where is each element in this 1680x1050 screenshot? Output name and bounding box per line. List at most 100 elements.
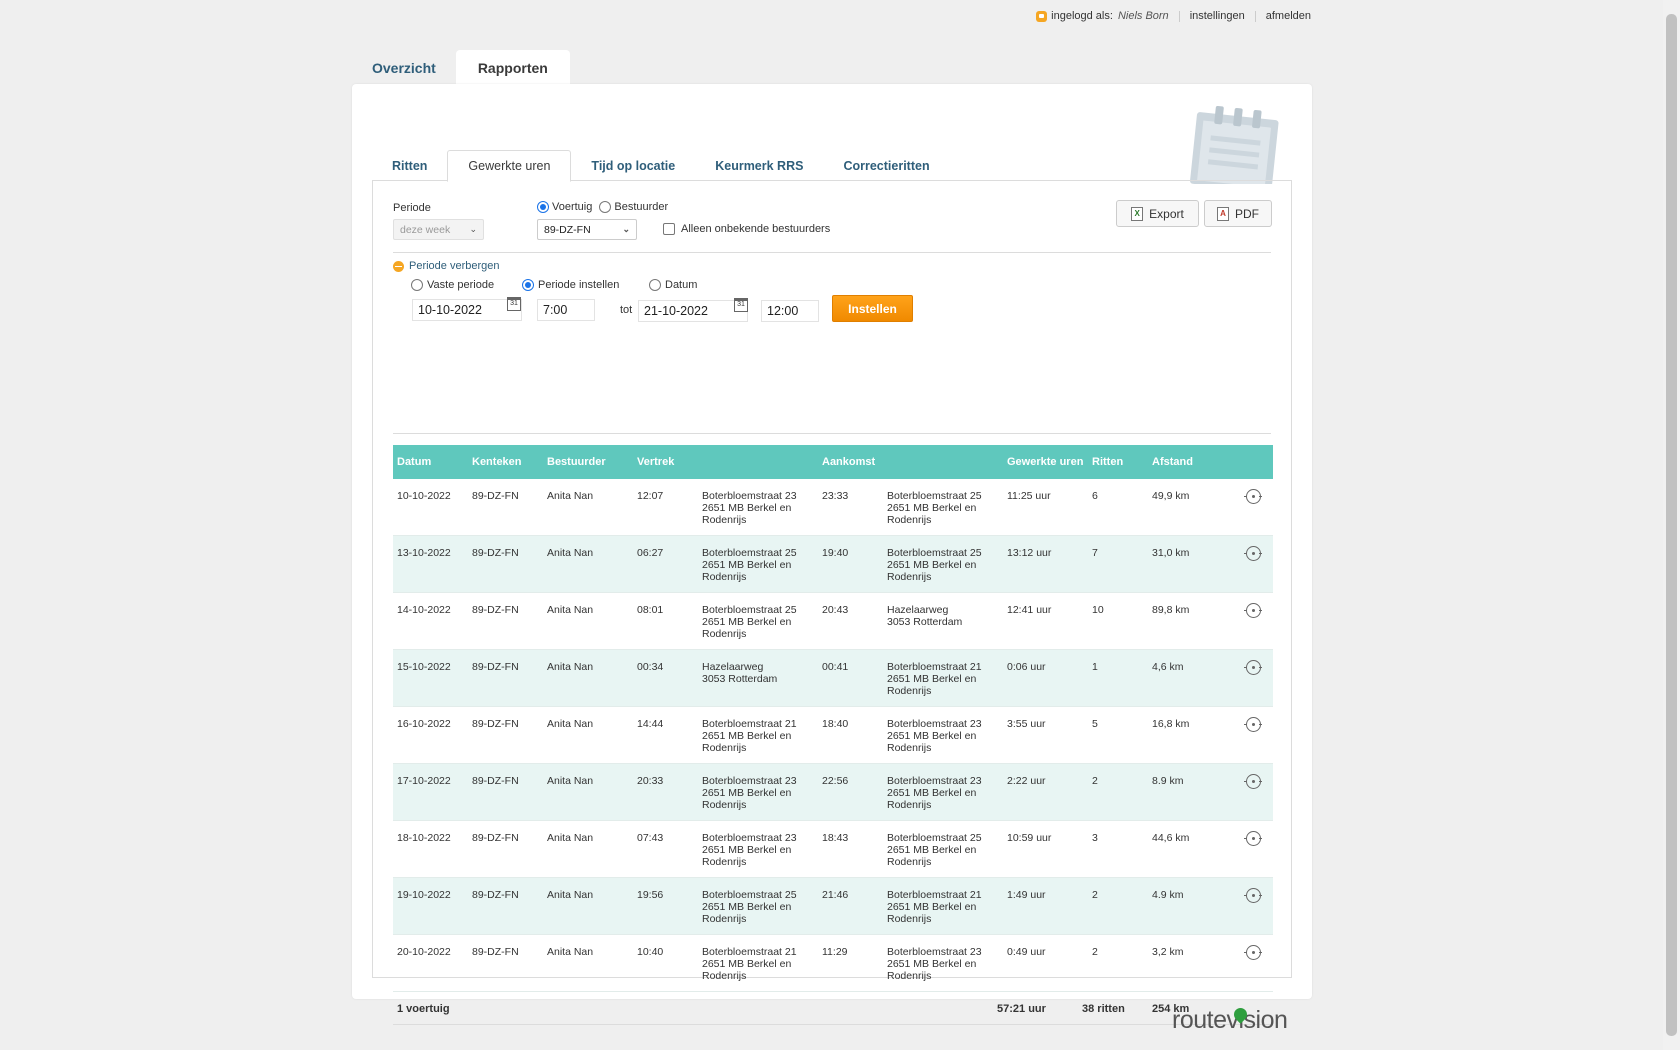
table-row[interactable]: 13-10-2022 89-DZ-FN Anita Nan 06:27 Boterblo… [393,536,1273,593]
radio-datum[interactable] [649,279,661,291]
calendar-icon[interactable]: 31 [507,297,521,311]
crosshair-icon[interactable] [1244,489,1262,504]
cell-kenteken: 89-DZ-FN [472,547,519,559]
vaste-periode-label: Vaste periode [427,279,495,291]
table-row[interactable]: 17-10-2022 89-DZ-FN Anita Nan 20:33 Boterblo… [393,764,1273,821]
cell-kenteken: 89-DZ-FN [472,946,519,958]
cell-datum: 13-10-2022 [397,547,451,559]
address-line: 2651 MB Berkel en [702,958,792,970]
logout-link[interactable]: afmelden [1266,10,1311,22]
cell-vertrek-adres: Boterbloemstraat 23 2651 MB Berkel en Rode… [702,775,797,811]
table-row[interactable]: 18-10-2022 89-DZ-FN Anita Nan 07:43 Boterblo… [393,821,1273,878]
calendar-icon[interactable]: 31 [734,298,748,312]
col-ritten[interactable]: Ritten [1092,456,1123,468]
cell-datum: 14-10-2022 [397,604,451,616]
crosshair-icon[interactable] [1244,603,1262,618]
divider [393,433,1271,434]
cell-datum: 15-10-2022 [397,661,451,673]
option-datum[interactable]: Datum [649,279,697,291]
crosshair-icon[interactable] [1244,945,1262,960]
cell-afstand: 3,2 km [1152,946,1184,958]
cell-bestuurder: Anita Nan [547,490,594,502]
table-row[interactable]: 15-10-2022 89-DZ-FN Anita Nan 00:34 Hazelaar… [393,650,1273,707]
cell-ritten: 1 [1092,661,1098,673]
cell-kenteken: 89-DZ-FN [472,832,519,844]
address-line: Rodenrijs [702,856,747,868]
settings-link[interactable]: instellingen [1190,10,1245,22]
from-time-input[interactable]: 7:00 [537,299,595,321]
address-line: Boterbloemstraat 23 [887,946,982,958]
address-line: Rodenrijs [887,742,932,754]
crosshair-icon[interactable] [1244,717,1262,732]
voertuig-label: Voertuig [552,201,593,213]
cell-aankomst-tijd: 00:41 [822,661,849,673]
table-row[interactable]: 19-10-2022 89-DZ-FN Anita Nan 19:56 Boterblo… [393,878,1273,935]
from-date-input[interactable]: 10-10-2022 [412,299,522,321]
report-panel: Periode deze week ⌄ Voertuig Bestuurder … [372,181,1292,1025]
scrollbar[interactable] [1663,0,1680,1050]
cell-aankomst-adres: Boterbloemstraat 23 2651 MB Berkel en Rode… [887,718,982,754]
table-row[interactable]: 20-10-2022 89-DZ-FN Anita Nan 10:40 Boterblo… [393,935,1273,992]
crosshair-icon[interactable] [1244,831,1262,846]
address-line: Rodenrijs [887,856,932,868]
col-afstand[interactable]: Afstand [1152,456,1193,468]
table-row[interactable]: 14-10-2022 89-DZ-FN Anita Nan 08:01 Boterblo… [393,593,1273,650]
table-row[interactable]: 10-10-2022 89-DZ-FN Anita Nan 12:07 Boterblo… [393,479,1273,536]
user-bar: ingelogd als: Niels Born instellingen af… [1036,10,1311,22]
to-date-input[interactable]: 21-10-2022 [638,300,748,322]
chevron-down-icon: ⌄ [622,224,630,234]
col-bestuurder[interactable]: Bestuurder [547,456,606,468]
apply-period-button[interactable]: Instellen [832,295,913,322]
col-aankomst[interactable]: Aankomst [822,456,875,468]
radio-voertuig[interactable] [537,201,549,213]
option-periode-instellen[interactable]: Periode instellen [522,279,619,291]
crosshair-icon[interactable] [1244,774,1262,789]
crosshair-icon[interactable] [1244,546,1262,561]
scrollbar-thumb[interactable] [1666,14,1677,1036]
pdf-button[interactable]: A PDF [1204,200,1272,227]
option-vaste-periode[interactable]: Vaste periode [411,279,494,291]
pdf-file-icon: A [1217,206,1229,221]
radio-periode-instellen[interactable] [522,279,534,291]
tab-correctieritten[interactable]: Correctieritten [823,150,949,181]
unknown-drivers-checkbox[interactable] [663,223,675,235]
address-line: 2651 MB Berkel en [887,958,977,970]
tab-keurmerk-rrs[interactable]: Keurmerk RRS [695,150,823,181]
address-line: Boterbloemstraat 23 [887,775,982,787]
crosshair-icon[interactable] [1244,888,1262,903]
to-time-input[interactable]: 12:00 [761,300,819,322]
tab-gewerkte-uren[interactable]: Gewerkte uren [447,150,572,182]
vehicle-select[interactable]: 89-DZ-FN ⌄ [537,219,637,240]
address-line: Rodenrijs [702,628,747,640]
address-line: 2651 MB Berkel en [702,787,792,799]
hours-table: Datum Kenteken Bestuurder Vertrek Aankom… [393,445,1273,1025]
address-line: Rodenrijs [887,571,932,583]
cell-bestuurder: Anita Nan [547,946,594,958]
radio-bestuurder[interactable] [599,201,612,213]
col-kenteken[interactable]: Kenteken [472,456,522,468]
address-line: Boterbloemstraat 25 [702,889,797,901]
table-row[interactable]: 16-10-2022 89-DZ-FN Anita Nan 14:44 Boterblo… [393,707,1273,764]
tab-tijd-op-locatie[interactable]: Tijd op locatie [571,150,695,181]
tab-ritten[interactable]: Ritten [372,150,447,181]
periode-select[interactable]: deze week ⌄ [393,219,484,240]
reports-card: Ritten Gewerkte uren Tijd op locatie Keu… [352,84,1312,1025]
crosshair-icon[interactable] [1244,660,1262,675]
tab-overzicht[interactable]: Overzicht [352,50,456,85]
total-hours: 57:21 uur [997,1003,1046,1015]
col-vertrek[interactable]: Vertrek [637,456,674,468]
cell-vertrek-tijd: 08:01 [637,604,664,616]
export-button[interactable]: X Export [1116,200,1199,227]
periode-instellen-label: Periode instellen [538,279,620,291]
radio-vaste-periode[interactable] [411,279,423,291]
cell-ritten: 2 [1092,775,1098,787]
address-line: Boterbloemstraat 25 [887,832,982,844]
col-gewerkte-uren[interactable]: Gewerkte uren [1007,456,1083,468]
col-datum[interactable]: Datum [397,456,431,468]
cell-ritten: 6 [1092,490,1098,502]
filter-mode: Voertuig Bestuurder [537,201,668,213]
address-line: Rodenrijs [702,742,747,754]
tab-rapporten[interactable]: Rapporten [455,50,570,85]
cell-vertrek-tijd: 20:33 [637,775,664,787]
period-toggle[interactable]: Periode verbergen [393,260,500,272]
